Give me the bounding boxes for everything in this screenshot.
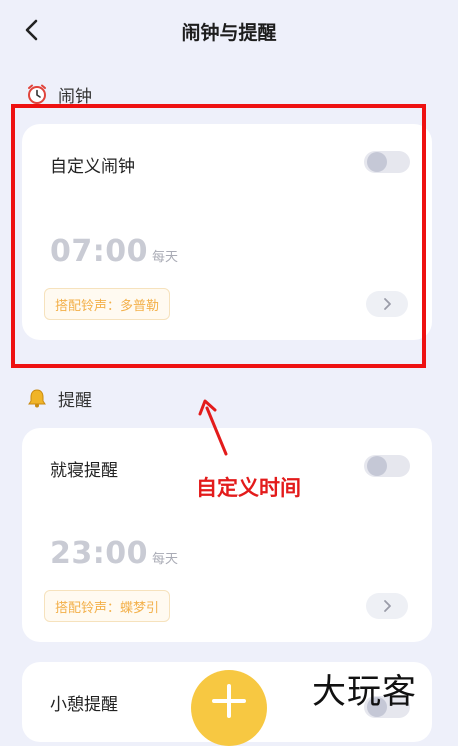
annotation-text: 自定义时间	[196, 476, 301, 500]
bedtime-detail-button[interactable]	[366, 593, 408, 619]
alarm-clock-icon	[28, 84, 46, 104]
card-title: 就寝提醒	[50, 461, 118, 481]
add-button[interactable]	[191, 670, 267, 746]
toggle-knob	[367, 456, 387, 476]
bedtime-reminder-card[interactable]: 就寝提醒 23:00 每天 搭配铃声：蝶梦引	[22, 428, 432, 642]
plus-icon	[212, 684, 246, 718]
ringtone-badge[interactable]: 搭配铃声：蝶梦引	[44, 590, 171, 622]
watermark: 大玩客	[312, 672, 417, 712]
repeat-label: 每天	[152, 552, 179, 567]
page-title: 闹钟与提醒	[181, 22, 277, 44]
bell-icon	[28, 389, 46, 408]
card-title: 小憩提醒	[50, 695, 118, 715]
highlight-frame	[11, 104, 426, 368]
bedtime-toggle[interactable]	[364, 455, 410, 477]
section-label-reminder: 提醒	[58, 390, 92, 411]
chevron-right-icon	[384, 600, 391, 612]
section-header-reminder: 提醒	[26, 386, 92, 411]
section-label-alarm: 闹钟	[58, 86, 92, 107]
section-header-alarm: 闹钟	[26, 82, 92, 107]
bedtime-time[interactable]: 23:00	[50, 536, 148, 571]
top-bar: 闹钟与提醒	[0, 0, 458, 60]
annotation-arrow-icon	[198, 399, 228, 456]
